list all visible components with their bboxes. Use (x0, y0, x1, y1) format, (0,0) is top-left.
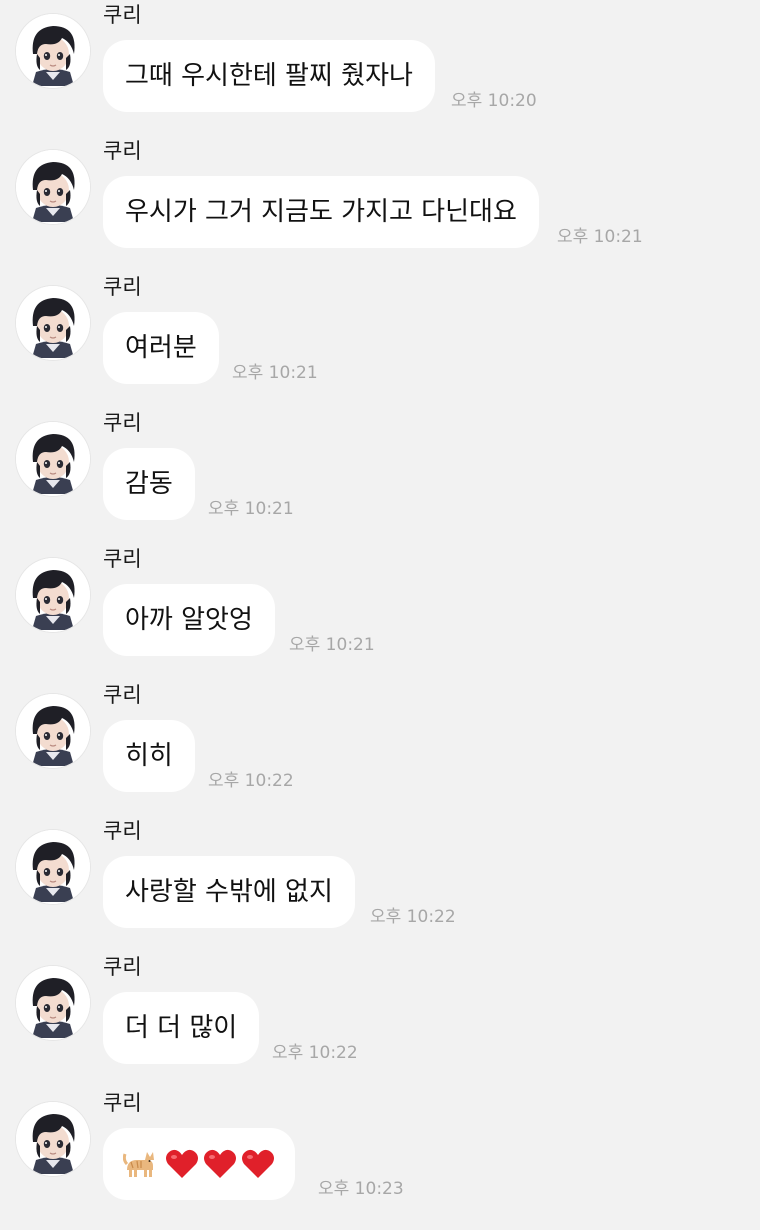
sender-name: 쿠리 (103, 411, 142, 435)
avatar-character-icon (16, 1102, 90, 1176)
cat-emoji-icon (123, 1152, 154, 1177)
message-row: 쿠리 오후 10:23 (0, 1091, 760, 1230)
message-row: 쿠리 히히 오후 10:22 (0, 683, 760, 822)
sender-avatar[interactable] (16, 694, 90, 768)
sender-avatar[interactable] (16, 966, 90, 1040)
sender-name: 쿠리 (103, 547, 142, 571)
message-row: 쿠리 사랑할 수밖에 없지 오후 10:22 (0, 819, 760, 958)
message-bubble[interactable]: 그때 우시한테 팔찌 줬자나 (103, 40, 435, 112)
message-time: 오후 10:21 (557, 227, 643, 247)
sender-name: 쿠리 (103, 683, 142, 707)
message-row: 쿠리 아까 알앗엉 오후 10:21 (0, 547, 760, 686)
message-time: 오후 10:22 (370, 907, 456, 927)
message-bubble[interactable]: 감동 (103, 448, 195, 520)
sender-name: 쿠리 (103, 955, 142, 979)
message-time: 오후 10:20 (451, 91, 537, 111)
message-time: 오후 10:23 (318, 1179, 404, 1199)
avatar-character-icon (16, 286, 90, 360)
sender-avatar[interactable] (16, 830, 90, 904)
sender-name: 쿠리 (103, 275, 142, 299)
message-time: 오후 10:21 (232, 363, 318, 383)
avatar-character-icon (16, 966, 90, 1040)
message-time: 오후 10:21 (208, 499, 294, 519)
avatar-character-icon (16, 14, 90, 88)
sender-avatar[interactable] (16, 1102, 90, 1176)
message-bubble[interactable]: 여러분 (103, 312, 219, 384)
message-bubble[interactable]: 사랑할 수밖에 없지 (103, 856, 355, 928)
sender-avatar[interactable] (16, 14, 90, 88)
sender-name: 쿠리 (103, 139, 142, 163)
message-bubble[interactable]: 더 더 많이 (103, 992, 260, 1064)
message-bubble[interactable]: 히히 (103, 720, 195, 792)
avatar-character-icon (16, 558, 90, 632)
message-time: 오후 10:21 (289, 635, 375, 655)
avatar-character-icon (16, 830, 90, 904)
chat-message-list[interactable]: 쿠리 그때 우시한테 팔찌 줬자나 오후 10:20 쿠리 우시가 그거 지금도… (0, 0, 760, 1200)
avatar-character-icon (16, 422, 90, 496)
red-heart-icon (204, 1149, 236, 1178)
message-time: 오후 10:22 (208, 771, 294, 791)
message-row: 쿠리 그때 우시한테 팔찌 줬자나 오후 10:20 (0, 3, 760, 142)
sender-avatar[interactable] (16, 422, 90, 496)
message-row: 쿠리 여러분 오후 10:21 (0, 275, 760, 414)
sender-name: 쿠리 (103, 3, 142, 27)
message-row: 쿠리 더 더 많이 오후 10:22 (0, 955, 760, 1094)
sender-avatar[interactable] (16, 150, 90, 224)
red-heart-icon (166, 1149, 198, 1178)
avatar-character-icon (16, 694, 90, 768)
sender-avatar[interactable] (16, 286, 90, 360)
avatar-character-icon (16, 150, 90, 224)
sender-name: 쿠리 (103, 1091, 142, 1115)
message-bubble[interactable]: 아까 알앗엉 (103, 584, 275, 656)
sender-avatar[interactable] (16, 558, 90, 632)
message-row: 쿠리 우시가 그거 지금도 가지고 다닌대요 오후 10:21 (0, 139, 760, 278)
message-row: 쿠리 감동 오후 10:21 (0, 411, 760, 550)
red-heart-icon (242, 1149, 274, 1178)
sender-name: 쿠리 (103, 819, 142, 843)
message-bubble[interactable]: 우시가 그거 지금도 가지고 다닌대요 (103, 176, 539, 248)
message-time: 오후 10:22 (272, 1043, 358, 1063)
message-bubble[interactable] (103, 1128, 295, 1200)
